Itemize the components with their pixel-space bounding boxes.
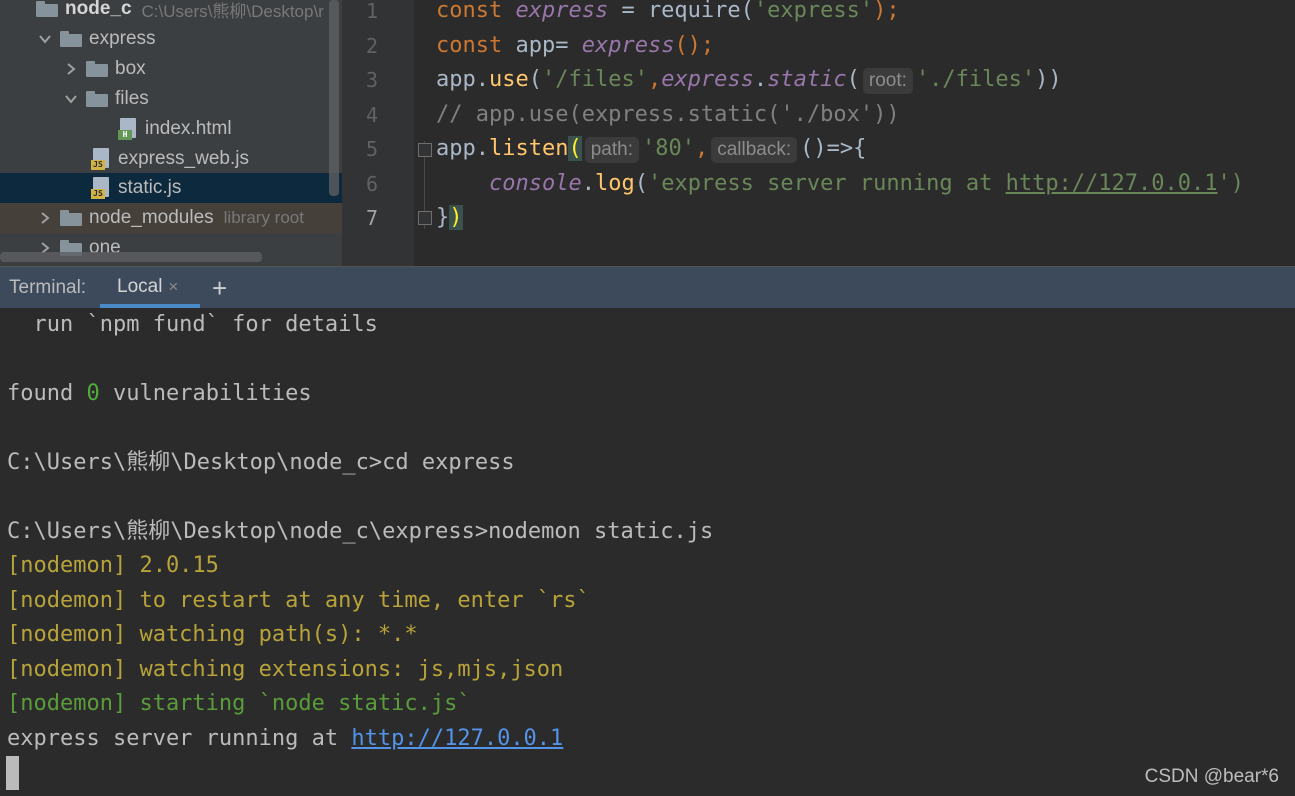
line-number: 3 xyxy=(365,68,378,92)
project-tree-panel: node_c C:\Users\熊柳\Desktop\r express box… xyxy=(0,0,342,266)
folder-icon xyxy=(86,61,108,77)
terminal-line: C:\Users\熊柳\Desktop\node_c>cd express xyxy=(7,450,515,475)
js-file-icon: JS xyxy=(91,177,111,199)
watermark: CSDN @bear*6 xyxy=(1144,766,1279,787)
tree-horizontal-scrollbar[interactable] xyxy=(0,252,262,262)
tree-item-label: express xyxy=(89,28,156,49)
tree-item-node-modules[interactable]: node_modules library root xyxy=(0,203,342,233)
param-hint-callback: callback: xyxy=(711,137,798,163)
chevron-right-icon[interactable] xyxy=(36,209,54,227)
tab-local[interactable]: Local × xyxy=(100,267,200,307)
line-number-current: 7 xyxy=(365,206,378,230)
close-icon[interactable]: × xyxy=(168,277,178,297)
chevron-down-icon[interactable] xyxy=(36,30,54,48)
server-url-link[interactable]: http://127.0.0.1 xyxy=(351,726,563,751)
terminal-line: [nodemon] starting `node static.js` xyxy=(7,691,471,716)
line-number: 1 xyxy=(365,0,378,23)
line-number: 5 xyxy=(365,137,378,161)
terminal-title: Terminal: xyxy=(9,277,87,298)
code-line-5: app.listen(path: '80', callback: ()=>{ xyxy=(436,136,867,163)
tree-item-express[interactable]: express xyxy=(0,24,342,54)
code-line-3: app.use('/files',express.static(root: './… xyxy=(436,67,1062,94)
tree-item-static-js[interactable]: JS static.js xyxy=(0,173,342,203)
tree-item-label: box xyxy=(115,58,146,79)
tree-item-node-c[interactable]: node_c C:\Users\熊柳\Desktop\r xyxy=(0,0,342,24)
tab-label: Local xyxy=(117,276,163,297)
terminal-line: [nodemon] 2.0.15 xyxy=(7,553,219,578)
tree-item-express-web-js[interactable]: JS express_web.js xyxy=(0,144,342,174)
line-number: 4 xyxy=(365,103,378,127)
tree-item-index-html[interactable]: H index.html xyxy=(0,114,342,144)
tree-item-path-hint: C:\Users\熊柳\Desktop\r xyxy=(141,1,324,21)
chevron-down-icon[interactable] xyxy=(62,90,80,108)
terminal-cursor xyxy=(6,756,19,790)
folder-icon xyxy=(60,31,82,47)
tree-item-library-hint: library root xyxy=(223,208,304,227)
line-number: 6 xyxy=(365,172,378,196)
terminal-line: [nodemon] to restart at any time, enter … xyxy=(7,588,590,613)
terminal-line: [nodemon] watching extensions: js,mjs,js… xyxy=(7,657,564,682)
code-line-2: const app= express(); xyxy=(436,33,715,58)
tree-item-label: express_web.js xyxy=(118,148,249,169)
terminal-toolbar: Terminal: Local × + xyxy=(0,266,1295,308)
terminal-line: run `npm fund` for details xyxy=(7,312,378,337)
tree-item-label: index.html xyxy=(145,118,232,139)
code-line-7: }) xyxy=(436,205,463,230)
tree-item-label: files xyxy=(115,88,149,109)
terminal-output[interactable]: run `npm fund` for details found 0 vulne… xyxy=(0,308,1295,796)
html-file-icon: H xyxy=(118,118,138,140)
tree-item-files[interactable]: files xyxy=(0,84,342,114)
fold-open-icon[interactable] xyxy=(418,143,432,157)
code-editor[interactable]: 1 2 3 4 5 6 7 const express = require('e… xyxy=(342,0,1295,266)
folder-icon xyxy=(36,1,58,17)
code-line-4: // app.use(express.static('./box')) xyxy=(436,102,900,127)
tree-item-box[interactable]: box xyxy=(0,54,342,84)
fold-close-icon[interactable] xyxy=(418,211,432,225)
code-line-1: const express = require('express'); xyxy=(436,0,900,23)
terminal-line: found 0 vulnerabilities xyxy=(7,381,312,406)
terminal-line: C:\Users\熊柳\Desktop\node_c\express>nodem… xyxy=(7,519,714,544)
line-number: 2 xyxy=(365,34,378,58)
code-line-6: console.log('express server running at h… xyxy=(488,171,1244,196)
tree-item-label: static.js xyxy=(118,177,182,198)
param-hint-path: path: xyxy=(584,137,639,163)
terminal-line: express server running at http://127.0.0… xyxy=(7,726,564,751)
tree-item-label: node_c xyxy=(65,0,132,19)
terminal-line: [nodemon] watching path(s): *.* xyxy=(7,622,418,647)
chevron-right-icon[interactable] xyxy=(62,60,80,78)
tree-vertical-scrollbar[interactable] xyxy=(329,0,339,196)
tree-item-label: node_modules xyxy=(89,207,214,228)
add-terminal-button[interactable]: + xyxy=(212,273,227,304)
code-url-link[interactable]: http://127.0.0.1 xyxy=(1006,171,1218,196)
folder-icon xyxy=(60,210,82,226)
js-file-icon: JS xyxy=(91,148,111,170)
folder-icon xyxy=(86,91,108,107)
param-hint-root: root: xyxy=(862,68,913,94)
